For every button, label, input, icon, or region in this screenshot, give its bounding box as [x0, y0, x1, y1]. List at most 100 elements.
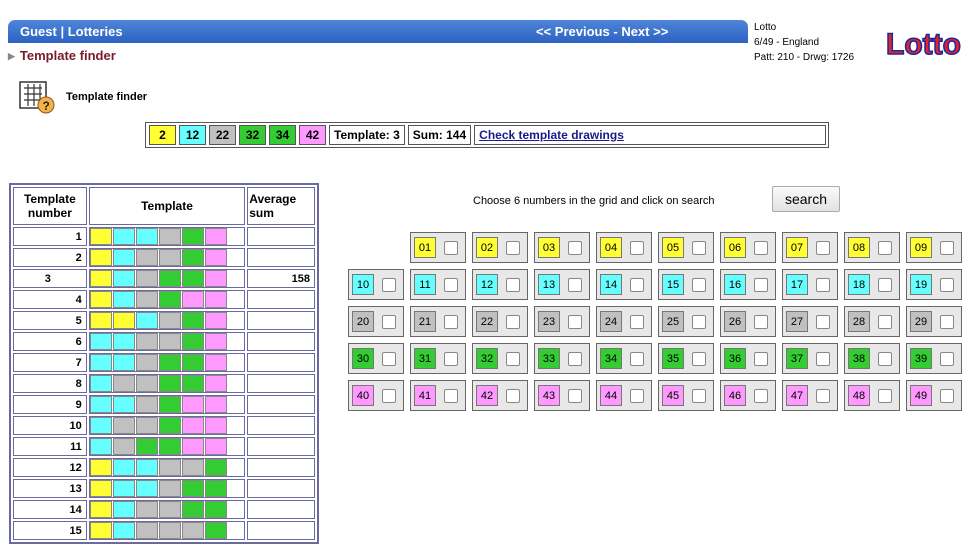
next-link[interactable]: Next >> [621, 24, 668, 39]
template-number: 8 [13, 374, 87, 393]
template-row[interactable]: 9 [13, 395, 315, 414]
average-sum [247, 500, 315, 519]
grid-checkbox[interactable] [692, 352, 706, 366]
template-row[interactable]: 3 158 [13, 269, 315, 288]
pattern-square [204, 375, 227, 392]
breadcrumb[interactable]: Guest | Lotteries [20, 24, 123, 39]
grid-checkbox[interactable] [940, 352, 954, 366]
grid-checkbox[interactable] [692, 278, 706, 292]
grid-checkbox[interactable] [754, 352, 768, 366]
grid-checkbox[interactable] [506, 241, 520, 255]
template-pattern [88, 458, 246, 477]
grid-checkbox[interactable] [630, 352, 644, 366]
grid-checkbox[interactable] [754, 278, 768, 292]
template-row[interactable]: 10 [13, 416, 315, 435]
grid-cell: 33 [534, 343, 590, 374]
grid-checkbox[interactable] [382, 278, 396, 292]
template-row[interactable]: 12 [13, 458, 315, 477]
grid-checkbox[interactable] [754, 315, 768, 329]
pattern-square [158, 249, 181, 266]
grid-checkbox[interactable] [878, 352, 892, 366]
grid-checkbox[interactable] [816, 315, 830, 329]
grid-cell: 06 [720, 232, 776, 263]
grid-checkbox[interactable] [506, 278, 520, 292]
grid-checkbox[interactable] [382, 315, 396, 329]
pattern-square [135, 312, 158, 329]
pattern-square [204, 354, 227, 371]
template-row[interactable]: 13 [13, 479, 315, 498]
template-row[interactable]: 15 [13, 521, 315, 540]
grid-checkbox[interactable] [754, 389, 768, 403]
grid-cell: 46 [720, 380, 776, 411]
grid-checkbox[interactable] [816, 389, 830, 403]
template-row[interactable]: 11 [13, 437, 315, 456]
grid-checkbox[interactable] [568, 352, 582, 366]
average-sum [247, 416, 315, 435]
grid-checkbox[interactable] [444, 315, 458, 329]
grid-number: 27 [786, 311, 808, 332]
template-row[interactable]: 6 [13, 332, 315, 351]
grid-checkbox[interactable] [444, 389, 458, 403]
grid-checkbox[interactable] [506, 389, 520, 403]
grid-checkbox[interactable] [630, 278, 644, 292]
grid-number: 28 [848, 311, 870, 332]
grid-checkbox[interactable] [940, 241, 954, 255]
grid-checkbox[interactable] [940, 389, 954, 403]
grid-checkbox[interactable] [444, 241, 458, 255]
grid-checkbox[interactable] [878, 389, 892, 403]
grid-checkbox[interactable] [382, 352, 396, 366]
grid-checkbox[interactable] [444, 278, 458, 292]
grid-checkbox[interactable] [630, 389, 644, 403]
grid-checkbox[interactable] [816, 352, 830, 366]
pattern-square [135, 417, 158, 434]
grid-checkbox[interactable] [816, 241, 830, 255]
grid-checkbox[interactable] [754, 241, 768, 255]
template-pattern [88, 374, 246, 393]
grid-checkbox[interactable] [878, 241, 892, 255]
grid-checkbox[interactable] [940, 315, 954, 329]
grid-number: 21 [414, 311, 436, 332]
grid-checkbox[interactable] [630, 241, 644, 255]
grid-checkbox[interactable] [692, 241, 706, 255]
grid-cell: 17 [782, 269, 838, 300]
average-sum [247, 311, 315, 330]
grid-cell: 16 [720, 269, 776, 300]
pattern-square [204, 249, 227, 266]
template-row[interactable]: 1 [13, 227, 315, 246]
grid-checkbox[interactable] [878, 315, 892, 329]
grid-checkbox[interactable] [382, 389, 396, 403]
grid-checkbox[interactable] [568, 389, 582, 403]
template-row[interactable]: 4 [13, 290, 315, 309]
grid-number: 41 [414, 385, 436, 406]
lottery-info: Lotto 6/49 - England Patt: 210 - Drwg: 1… [754, 20, 854, 65]
check-template-link[interactable]: Check template drawings [479, 128, 624, 142]
template-row[interactable]: 5 [13, 311, 315, 330]
grid-checkbox[interactable] [816, 278, 830, 292]
grid-checkbox[interactable] [444, 352, 458, 366]
grid-checkbox[interactable] [692, 389, 706, 403]
grid-number: 40 [352, 385, 374, 406]
template-row[interactable]: 7 [13, 353, 315, 372]
grid-checkbox[interactable] [878, 278, 892, 292]
template-pattern [88, 311, 246, 330]
grid-checkbox[interactable] [568, 315, 582, 329]
grid-checkbox[interactable] [692, 315, 706, 329]
grid-checkbox[interactable] [506, 352, 520, 366]
template-value: Template: 3 [329, 125, 405, 145]
template-row[interactable]: 14 [13, 500, 315, 519]
grid-checkbox[interactable] [506, 315, 520, 329]
grid-checkbox[interactable] [940, 278, 954, 292]
previous-link[interactable]: << Previous [536, 24, 610, 39]
grid-checkbox[interactable] [568, 241, 582, 255]
grid-number: 45 [662, 385, 684, 406]
grid-checkbox[interactable] [630, 315, 644, 329]
search-button[interactable]: search [772, 186, 840, 212]
pattern-square [112, 270, 135, 287]
grid-cell: 38 [844, 343, 900, 374]
lottery-name: Lotto [754, 22, 777, 33]
template-row[interactable]: 2 [13, 248, 315, 267]
template-row[interactable]: 8 [13, 374, 315, 393]
grid-cell: 36 [720, 343, 776, 374]
grid-checkbox[interactable] [568, 278, 582, 292]
pattern-square [89, 291, 112, 308]
